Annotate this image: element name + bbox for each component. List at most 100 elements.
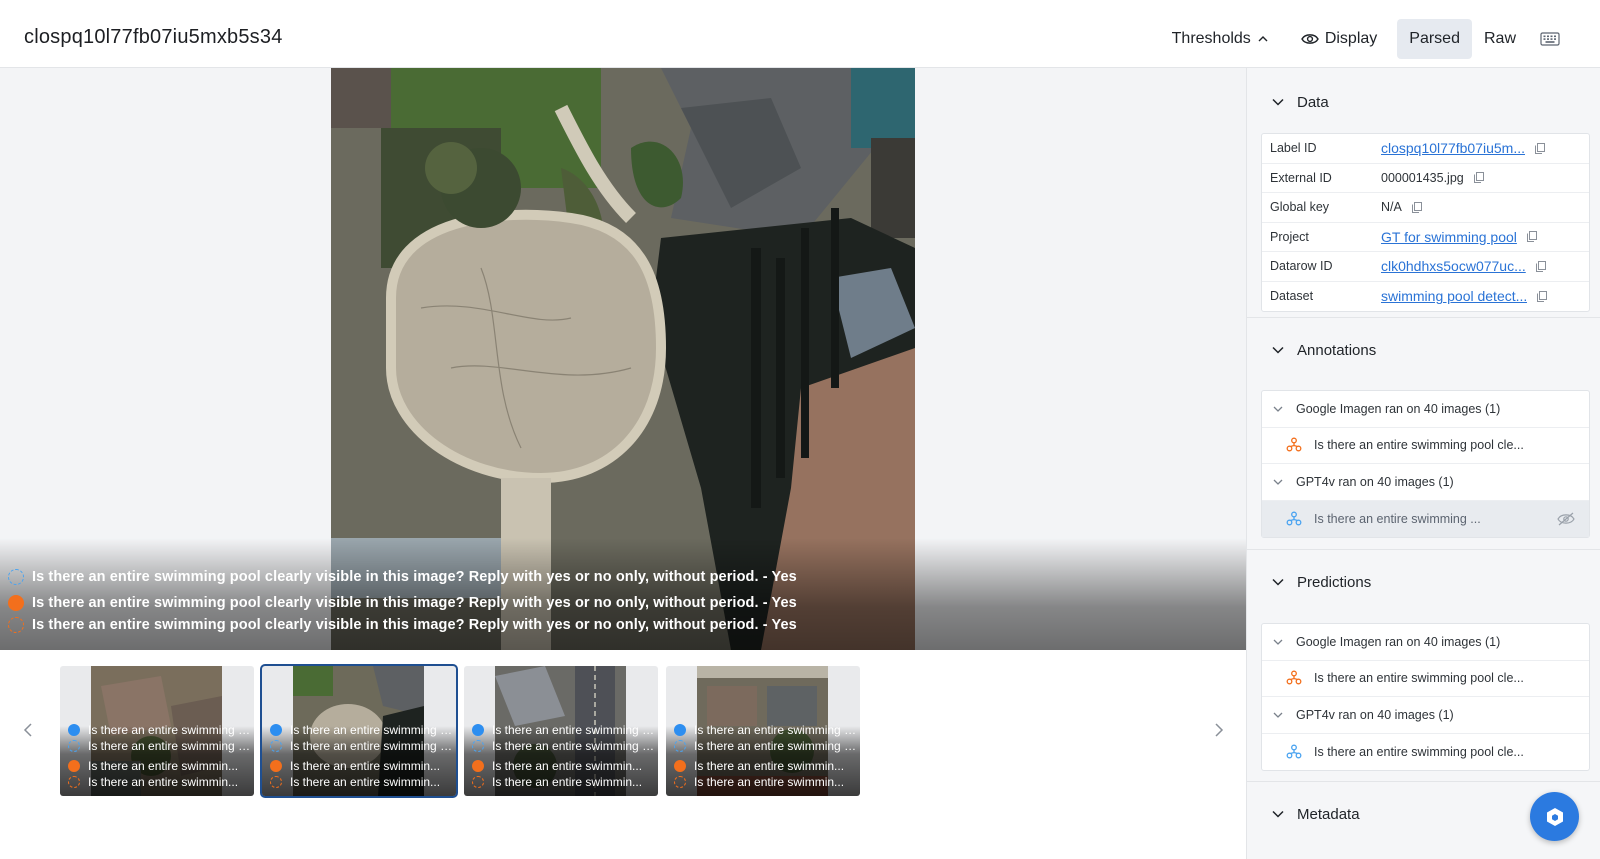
- thumbnail[interactable]: Is there an entire swimming pool Is ther…: [464, 666, 658, 796]
- thumbnail-caption: Is there an entire swimmin...: [68, 758, 252, 774]
- copy-icon[interactable]: [1535, 260, 1546, 272]
- external-id-value: 000001435.jpg: [1381, 170, 1464, 185]
- prediction-item[interactable]: Is there an entire swimming pool cle...: [1262, 734, 1589, 771]
- thumbnail-caption: Is there an entire swimming pool: [68, 722, 252, 738]
- caption-text: Is there an entire swimming pool clearly…: [32, 617, 797, 633]
- prediction-group-gpt4v[interactable]: GPT4v ran on 40 images (1): [1262, 697, 1589, 734]
- thumbnail-caption: Is there an entire swimmin...: [270, 758, 454, 774]
- data-table: Label ID clospq10l77fb07iu5m... External…: [1261, 133, 1590, 312]
- thumbnail-caption: Is there an entire swimmin...: [68, 774, 252, 790]
- global-key-value: N/A: [1381, 200, 1402, 215]
- classification-icon: [1286, 511, 1302, 526]
- thumbnail-caption: Is there an entire swimming pool: [270, 738, 454, 754]
- data-row-label-id: Label ID clospq10l77fb07iu5m...: [1262, 134, 1589, 164]
- thumbnail-caption-text: Is there an entire swimmin...: [694, 775, 845, 789]
- copy-icon[interactable]: [1473, 172, 1484, 184]
- thumbnail-strip: Is there an entire swimming pool Is ther…: [0, 650, 1246, 859]
- prediction-group-label: Google Imagen ran on 40 images (1): [1296, 634, 1501, 649]
- dashed-orange-dot-icon: [68, 776, 80, 788]
- image-viewer[interactable]: Is there an entire swimming pool clearly…: [0, 68, 1246, 859]
- dataset-link[interactable]: swimming pool detect...: [1381, 288, 1527, 304]
- chevron-right-icon[interactable]: [1209, 720, 1229, 740]
- copy-icon[interactable]: [1537, 290, 1548, 302]
- dashed-orange-dot-icon: [472, 776, 484, 788]
- prediction-item[interactable]: Is there an entire swimming pool cle...: [1262, 661, 1589, 697]
- chevron-down-icon: [1273, 479, 1283, 485]
- eye-off-icon[interactable]: [1557, 512, 1575, 526]
- tab-parsed[interactable]: Parsed: [1397, 19, 1472, 59]
- thumbnail-caption-text: Is there an entire swimmin...: [290, 775, 441, 789]
- caption-imagen-prediction: Is there an entire swimming pool clearly…: [8, 592, 797, 614]
- annotation-item-hidden[interactable]: Is there an entire swimming ...: [1262, 500, 1589, 537]
- thumbnail-caption-text: Is there an entire swimmin...: [694, 759, 845, 773]
- annotation-item-label: Is there an entire swimming ...: [1314, 511, 1481, 526]
- section-annotations-header[interactable]: Annotations: [1271, 338, 1376, 362]
- section-predictions-header[interactable]: Predictions: [1271, 570, 1371, 594]
- data-key: Project: [1270, 229, 1309, 244]
- thumbnail-caption-text: Is there an entire swimmin...: [290, 759, 441, 773]
- classification-icon: [1286, 744, 1302, 759]
- thumbnail-caption-text: Is there an entire swimming pool: [88, 739, 252, 753]
- prediction-group-label: GPT4v ran on 40 images (1): [1296, 707, 1454, 722]
- solid-blue-dot-icon: [270, 724, 282, 736]
- solid-blue-dot-icon: [674, 724, 686, 736]
- prediction-item-label: Is there an entire swimming pool cle...: [1314, 744, 1524, 759]
- data-key: Dataset: [1270, 289, 1314, 304]
- thumbnail-caption-text: Is there an entire swimmin...: [88, 759, 239, 773]
- divider: [1247, 781, 1600, 782]
- solid-blue-dot-icon: [472, 724, 484, 736]
- thumbnail-caption: Is there an entire swimming pool: [472, 722, 656, 738]
- annotation-group-imagen[interactable]: Google Imagen ran on 40 images (1): [1262, 391, 1589, 428]
- display-label: Display: [1324, 30, 1378, 47]
- project-link[interactable]: GT for swimming pool: [1381, 229, 1517, 245]
- tab-raw[interactable]: Raw: [1472, 19, 1528, 59]
- thumbnail-caption: Is there an entire swimming pool: [674, 738, 858, 754]
- dashed-blue-dot-icon: [674, 740, 686, 752]
- annotation-item[interactable]: Is there an entire swimming pool cle...: [1262, 428, 1589, 464]
- thumbnail-caption-text: Is there an entire swimming pool: [290, 739, 454, 753]
- data-row-external-id: External ID 000001435.jpg: [1262, 164, 1589, 193]
- label-id-link[interactable]: clospq10l77fb07iu5m...: [1381, 140, 1525, 156]
- dashed-blue-dot-icon: [270, 740, 282, 752]
- section-metadata-header[interactable]: Metadata: [1271, 802, 1360, 826]
- data-key: External ID: [1270, 170, 1332, 185]
- datarow-id-link[interactable]: clk0hdhxs5ocw077uc...: [1381, 258, 1526, 274]
- help-launcher-button[interactable]: [1530, 792, 1579, 841]
- predictions-list: Google Imagen ran on 40 images (1) Is th…: [1261, 623, 1590, 771]
- dashed-orange-dot-icon: [674, 776, 686, 788]
- thumbnail-caption-text: Is there an entire swimming pool: [492, 739, 656, 753]
- keyboard-shortcuts-button[interactable]: [1528, 19, 1572, 59]
- prediction-group-imagen[interactable]: Google Imagen ran on 40 images (1): [1262, 624, 1589, 661]
- solid-orange-dot-icon: [674, 760, 686, 772]
- display-button[interactable]: Display: [1289, 19, 1395, 59]
- copy-icon[interactable]: [1411, 201, 1422, 213]
- thresholds-button[interactable]: Thresholds: [1154, 19, 1281, 59]
- caption-imagen-annotation: Is there an entire swimming pool clearly…: [8, 614, 797, 636]
- tab-raw-label: Raw: [1483, 30, 1516, 47]
- thumbnail-caption: Is there an entire swimmin...: [270, 774, 454, 790]
- thumbnail-caption-text: Is there an entire swimmin...: [88, 775, 239, 789]
- prediction-item-label: Is there an entire swimming pool cle...: [1314, 671, 1524, 686]
- chevron-left-icon[interactable]: [18, 720, 38, 740]
- thumbnail-caption-text: Is there an entire swimming pool: [492, 723, 656, 737]
- thumbnail-caption-text: Is there an entire swimmin...: [492, 775, 643, 789]
- divider: [1247, 317, 1600, 318]
- chevron-down-icon: [1273, 406, 1283, 412]
- solid-orange-dot-icon: [270, 760, 282, 772]
- thumbnail[interactable]: Is there an entire swimming pool Is ther…: [666, 666, 860, 796]
- thumbnail-caption-text: Is there an entire swimming pool: [694, 739, 858, 753]
- divider: [1247, 549, 1600, 550]
- copy-icon[interactable]: [1526, 231, 1537, 243]
- thumbnail[interactable]: Is there an entire swimming pool Is ther…: [60, 666, 254, 796]
- section-data-header[interactable]: Data: [1271, 90, 1329, 114]
- annotation-group-gpt4v[interactable]: GPT4v ran on 40 images (1): [1262, 464, 1589, 501]
- dashed-blue-dot-icon: [8, 569, 24, 585]
- caption-gpt4v-annotation: Is there an entire swimming pool clearly…: [8, 566, 797, 588]
- dashed-orange-dot-icon: [270, 776, 282, 788]
- thumbnail-selected[interactable]: Is there an entire swimming pool Is ther…: [262, 666, 456, 796]
- copy-icon[interactable]: [1535, 142, 1545, 154]
- chevron-down-icon: [1272, 346, 1284, 354]
- classification-icon: [1286, 670, 1302, 685]
- annotation-group-label: Google Imagen ran on 40 images (1): [1296, 401, 1501, 416]
- page-title: clospq10l77fb07iu5mxb5s34: [24, 26, 283, 48]
